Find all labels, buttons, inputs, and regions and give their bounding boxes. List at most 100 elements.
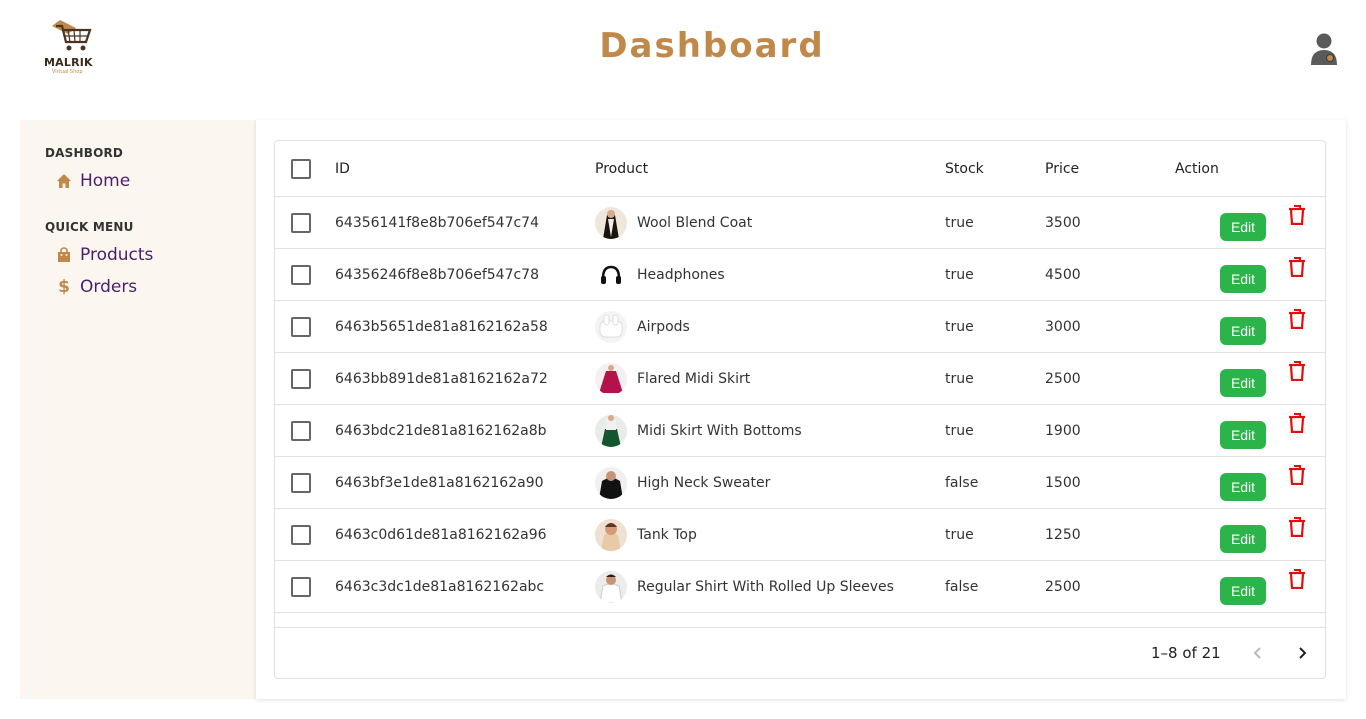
table-footer: 1–8 of 21 [275,627,1325,679]
header: MALRIK Virtual Shop Dashboard [0,0,1366,100]
trash-icon[interactable] [1288,516,1306,541]
column-header-id[interactable]: ID [335,141,350,196]
trash-icon[interactable] [1288,204,1306,229]
cell-stock: false [945,474,979,491]
cell-stock: true [945,526,974,543]
sidebar-item-home[interactable]: Home [56,169,130,193]
table-row[interactable]: 64356141f8e8b706ef547c74 Wool Blend Coat… [275,197,1325,249]
page-title: Dashboard [599,26,825,66]
table-row[interactable]: 6463c3dc1de81a8162162abc Regular Shirt W… [275,561,1325,613]
trash-icon[interactable] [1288,360,1306,385]
products-table: ID Product Stock Price Action 64356141f8… [274,140,1326,679]
edit-button[interactable]: Edit [1220,316,1266,345]
table-row[interactable]: 6463bf3e1de81a8162162a90 High Neck Sweat… [275,457,1325,509]
table-row[interactable]: 64356246f8e8b706ef547c78 Headphones true… [275,249,1325,301]
cell-id: 6463b5651de81a8162162a58 [335,318,548,335]
product-name: Tank Top [637,526,697,543]
edit-button[interactable]: Edit [1220,368,1266,397]
row-checkbox[interactable] [291,576,311,597]
chevron-left-icon [1253,647,1261,659]
product-thumbnail [595,258,627,291]
sidebar: DASHBORD Home QUICK MENU Products $ Orde… [20,120,256,699]
edit-button[interactable]: Edit [1220,524,1266,553]
select-all-checkbox[interactable] [291,158,311,179]
edit-button[interactable]: Edit [1220,264,1266,293]
pagination-range: 1–8 of 21 [1151,644,1221,662]
cell-stock: true [945,370,974,387]
product-name: Midi Skirt With Bottoms [637,422,802,439]
trash-icon[interactable] [1288,568,1306,593]
cell-product: Tank Top [595,509,697,560]
row-checkbox[interactable] [291,316,311,337]
cell-product: Midi Skirt With Bottoms [595,405,802,456]
trash-icon[interactable] [1288,412,1306,437]
edit-button[interactable]: Edit [1220,212,1266,241]
product-thumbnail [595,466,627,499]
cell-id: 6463c0d61de81a8162162a96 [335,526,547,543]
cell-price: 1900 [1045,422,1081,439]
previous-page-button[interactable] [1243,638,1273,668]
column-header-product[interactable]: Product [595,141,648,196]
next-page-button[interactable] [1287,638,1317,668]
product-thumbnail [595,518,627,551]
trash-icon[interactable] [1288,464,1306,489]
product-thumbnail [595,414,627,447]
cell-stock: true [945,266,974,283]
row-checkbox[interactable] [291,524,311,545]
edit-button[interactable]: Edit [1220,576,1266,605]
cell-stock: true [945,214,974,231]
row-checkbox[interactable] [291,212,311,233]
sidebar-item-products[interactable]: Products [56,243,153,267]
table-row[interactable]: 6463bdc21de81a8162162a8b Midi Skirt With… [275,405,1325,457]
brand-tagline: Virtual Shop [52,69,83,75]
table-header: ID Product Stock Price Action [275,141,1325,197]
sidebar-section-dashboard: DASHBORD [45,146,124,160]
main-panel: ID Product Stock Price Action 64356141f8… [256,120,1346,699]
cell-stock: false [945,578,979,595]
user-avatar[interactable] [1310,32,1342,68]
dollar-icon: $ [58,277,70,297]
row-checkbox[interactable] [291,264,311,285]
row-checkbox[interactable] [291,472,311,493]
product-thumbnail [595,310,627,343]
cell-price: 4500 [1045,266,1081,283]
trash-icon[interactable] [1288,256,1306,281]
product-name: Flared Midi Skirt [637,370,751,387]
cell-product: Flared Midi Skirt [595,353,750,404]
cell-price: 1500 [1045,474,1081,491]
edit-button[interactable]: Edit [1220,472,1266,501]
product-thumbnail [595,362,627,395]
cell-product: Wool Blend Coat [595,197,752,248]
product-name: Wool Blend Coat [637,214,753,231]
product-name: Regular Shirt With Rolled Up Sleeves [637,578,894,595]
cell-product: High Neck Sweater [595,457,770,508]
cell-price: 3500 [1045,214,1081,231]
sidebar-section-quick-menu: QUICK MENU [45,220,134,234]
column-header-stock[interactable]: Stock [945,141,984,196]
home-icon [56,173,72,189]
table-row[interactable]: 6463bb891de81a8162162a72 Flared Midi Ski… [275,353,1325,405]
sidebar-item-orders[interactable]: $ Orders [56,275,137,299]
row-checkbox[interactable] [291,420,311,441]
cell-price: 2500 [1045,370,1081,387]
trash-icon[interactable] [1288,308,1306,333]
cell-price: 1250 [1045,526,1081,543]
product-thumbnail [595,206,627,239]
cell-product: Regular Shirt With Rolled Up Sleeves [595,561,894,612]
table-row[interactable]: 6463c0d61de81a8162162a96 Tank Top true 1… [275,509,1325,561]
cell-id: 6463bb891de81a8162162a72 [335,370,548,387]
column-header-price[interactable]: Price [1045,141,1079,196]
cell-id: 6463c3dc1de81a8162162abc [335,578,545,595]
table-row[interactable]: 6463b5651de81a8162162a58 Airpods true 30… [275,301,1325,353]
chevron-right-icon [1299,647,1307,659]
edit-button[interactable]: Edit [1220,420,1266,449]
cell-id: 6463bdc21de81a8162162a8b [335,422,547,439]
cell-price: 3000 [1045,318,1081,335]
product-name: Headphones [637,266,725,283]
cell-stock: true [945,422,974,439]
sidebar-item-label: Home [80,171,131,191]
cell-stock: true [945,318,974,335]
product-name: High Neck Sweater [637,474,771,491]
cell-id: 64356141f8e8b706ef547c74 [335,214,539,231]
row-checkbox[interactable] [291,368,311,389]
